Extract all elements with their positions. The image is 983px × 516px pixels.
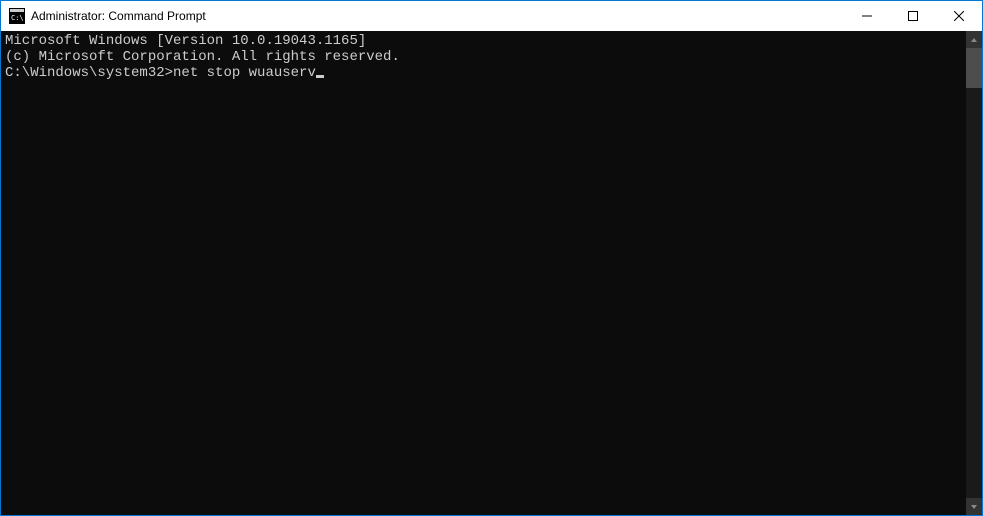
scroll-up-button[interactable] [966, 31, 982, 48]
scroll-thumb[interactable] [966, 48, 982, 88]
close-button[interactable] [936, 1, 982, 31]
maximize-button[interactable] [890, 1, 936, 31]
terminal-output[interactable]: Microsoft Windows [Version 10.0.19043.11… [1, 31, 966, 515]
command-prompt-window: C:\ Administrator: Command Prompt Micros… [0, 0, 983, 516]
typed-command: net stop wuauserv [173, 65, 316, 81]
prompt-line: C:\Windows\system32>net stop wuauserv [5, 65, 962, 81]
vertical-scrollbar[interactable] [966, 31, 982, 515]
window-controls [844, 1, 982, 31]
svg-text:C:\: C:\ [11, 14, 24, 22]
cmd-icon: C:\ [9, 8, 25, 24]
version-line: Microsoft Windows [Version 10.0.19043.11… [5, 33, 962, 49]
window-title: Administrator: Command Prompt [31, 9, 844, 23]
prompt-path: C:\Windows\system32> [5, 65, 173, 81]
copyright-line: (c) Microsoft Corporation. All rights re… [5, 49, 962, 65]
scroll-down-button[interactable] [966, 498, 982, 515]
scroll-track[interactable] [966, 48, 982, 498]
terminal-area: Microsoft Windows [Version 10.0.19043.11… [1, 31, 982, 515]
titlebar[interactable]: C:\ Administrator: Command Prompt [1, 1, 982, 31]
text-cursor [316, 75, 324, 78]
minimize-button[interactable] [844, 1, 890, 31]
